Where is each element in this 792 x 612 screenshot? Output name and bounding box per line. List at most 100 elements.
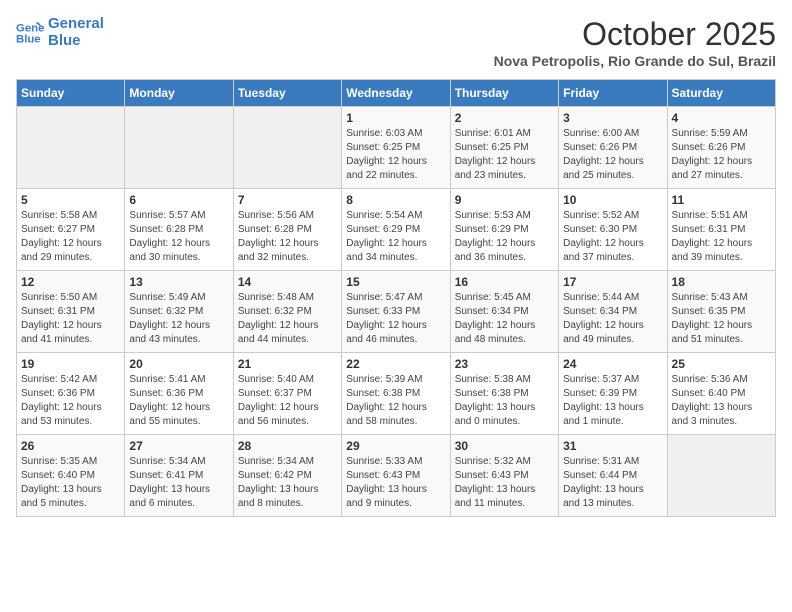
day-info: Sunrise: 5:36 AM Sunset: 6:40 PM Dayligh…	[672, 373, 771, 429]
month-title: October 2025	[494, 16, 776, 53]
logo-text-line1: General	[48, 16, 104, 33]
day-number: 19	[21, 357, 120, 371]
calendar-cell: 27Sunrise: 5:34 AM Sunset: 6:41 PM Dayli…	[125, 435, 233, 517]
calendar-cell: 24Sunrise: 5:37 AM Sunset: 6:39 PM Dayli…	[559, 353, 667, 435]
calendar-cell: 12 Sunrise: 5:50 AM Sunset: 6:31 PM Dayli…	[17, 271, 125, 353]
day-info: Sunrise: 5:34 AM Sunset: 6:41 PM Dayligh…	[129, 455, 228, 511]
day-info: Sunrise: 5:51 AM Sunset: 6:31 PM Dayligh…	[672, 209, 771, 265]
day-info: Sunrise: 5:34 AM Sunset: 6:42 PM Dayligh…	[238, 455, 337, 511]
calendar-week-1: 1 Sunrise: 6:03 AM Sunset: 6:25 PM Daylig…	[17, 107, 776, 189]
day-number: 10	[563, 193, 662, 207]
day-number: 9	[455, 193, 554, 207]
day-info: Sunrise: 5:49 AM Sunset: 6:32 PM Dayligh…	[129, 291, 228, 347]
day-info: Sunrise: 5:41 AM Sunset: 6:36 PM Dayligh…	[129, 373, 228, 429]
calendar-week-3: 12 Sunrise: 5:50 AM Sunset: 6:31 PM Dayli…	[17, 271, 776, 353]
day-number: 29	[346, 439, 445, 453]
day-header-sunday: Sunday	[17, 80, 125, 107]
calendar-cell: 31 Sunrise: 5:31 AM Sunset: 6:44 PM Dayli…	[559, 435, 667, 517]
day-info: Sunrise: 5:37 AM Sunset: 6:39 PM Dayligh…	[563, 373, 662, 429]
day-info: Sunrise: 5:33 AM Sunset: 6:43 PM Dayligh…	[346, 455, 445, 511]
day-info: Sunrise: 6:01 AM Sunset: 6:25 PM Dayligh…	[455, 127, 554, 183]
day-number: 25	[672, 357, 771, 371]
day-number: 12	[21, 275, 120, 289]
day-info: Sunrise: 5:35 AM Sunset: 6:40 PM Dayligh…	[21, 455, 120, 511]
day-number: 22	[346, 357, 445, 371]
calendar-week-2: 5 Sunrise: 5:58 AM Sunset: 6:27 PM Daylig…	[17, 189, 776, 271]
day-number: 1	[346, 111, 445, 125]
day-number: 16	[455, 275, 554, 289]
calendar-cell: 2 Sunrise: 6:01 AM Sunset: 6:25 PM Daylig…	[450, 107, 558, 189]
day-info: Sunrise: 5:56 AM Sunset: 6:28 PM Dayligh…	[238, 209, 337, 265]
day-number: 7	[238, 193, 337, 207]
day-number: 6	[129, 193, 228, 207]
calendar-cell: 14 Sunrise: 5:48 AM Sunset: 6:32 PM Dayli…	[233, 271, 341, 353]
calendar-table: SundayMondayTuesdayWednesdayThursdayFrid…	[16, 79, 776, 517]
day-number: 20	[129, 357, 228, 371]
calendar-cell: 25 Sunrise: 5:36 AM Sunset: 6:40 PM Dayli…	[667, 353, 775, 435]
day-info: Sunrise: 6:00 AM Sunset: 6:26 PM Dayligh…	[563, 127, 662, 183]
day-number: 11	[672, 193, 771, 207]
day-info: Sunrise: 5:42 AM Sunset: 6:36 PM Dayligh…	[21, 373, 120, 429]
day-number: 28	[238, 439, 337, 453]
day-header-friday: Friday	[559, 80, 667, 107]
calendar-cell: 18 Sunrise: 5:43 AM Sunset: 6:35 PM Dayli…	[667, 271, 775, 353]
day-info: Sunrise: 5:57 AM Sunset: 6:28 PM Dayligh…	[129, 209, 228, 265]
calendar-cell	[17, 107, 125, 189]
day-number: 30	[455, 439, 554, 453]
calendar-cell	[125, 107, 233, 189]
day-number: 8	[346, 193, 445, 207]
calendar-cell: 3 Sunrise: 6:00 AM Sunset: 6:26 PM Daylig…	[559, 107, 667, 189]
calendar-cell: 19 Sunrise: 5:42 AM Sunset: 6:36 PM Dayli…	[17, 353, 125, 435]
day-info: Sunrise: 6:03 AM Sunset: 6:25 PM Dayligh…	[346, 127, 445, 183]
title-block: October 2025 Nova Petropolis, Rio Grande…	[494, 16, 776, 69]
day-info: Sunrise: 5:43 AM Sunset: 6:35 PM Dayligh…	[672, 291, 771, 347]
day-info: Sunrise: 5:38 AM Sunset: 6:38 PM Dayligh…	[455, 373, 554, 429]
calendar-cell	[667, 435, 775, 517]
subtitle: Nova Petropolis, Rio Grande do Sul, Braz…	[494, 53, 776, 69]
calendar-cell: 11 Sunrise: 5:51 AM Sunset: 6:31 PM Dayli…	[667, 189, 775, 271]
day-info: Sunrise: 5:31 AM Sunset: 6:44 PM Dayligh…	[563, 455, 662, 511]
day-info: Sunrise: 5:45 AM Sunset: 6:34 PM Dayligh…	[455, 291, 554, 347]
day-number: 17	[563, 275, 662, 289]
calendar-cell: 20 Sunrise: 5:41 AM Sunset: 6:36 PM Dayli…	[125, 353, 233, 435]
day-info: Sunrise: 5:44 AM Sunset: 6:34 PM Dayligh…	[563, 291, 662, 347]
calendar-cell: 9Sunrise: 5:53 AM Sunset: 6:29 PM Daylig…	[450, 189, 558, 271]
calendar-cell: 17 Sunrise: 5:44 AM Sunset: 6:34 PM Dayli…	[559, 271, 667, 353]
day-number: 13	[129, 275, 228, 289]
day-info: Sunrise: 5:58 AM Sunset: 6:27 PM Dayligh…	[21, 209, 120, 265]
day-info: Sunrise: 5:48 AM Sunset: 6:32 PM Dayligh…	[238, 291, 337, 347]
day-number: 2	[455, 111, 554, 125]
day-info: Sunrise: 5:39 AM Sunset: 6:38 PM Dayligh…	[346, 373, 445, 429]
calendar-cell: 5 Sunrise: 5:58 AM Sunset: 6:27 PM Daylig…	[17, 189, 125, 271]
day-info: Sunrise: 5:47 AM Sunset: 6:33 PM Dayligh…	[346, 291, 445, 347]
calendar-cell: 28 Sunrise: 5:34 AM Sunset: 6:42 PM Dayli…	[233, 435, 341, 517]
day-info: Sunrise: 5:40 AM Sunset: 6:37 PM Dayligh…	[238, 373, 337, 429]
day-number: 3	[563, 111, 662, 125]
day-info: Sunrise: 5:32 AM Sunset: 6:43 PM Dayligh…	[455, 455, 554, 511]
calendar-cell: 30 Sunrise: 5:32 AM Sunset: 6:43 PM Dayli…	[450, 435, 558, 517]
calendar-week-5: 26 Sunrise: 5:35 AM Sunset: 6:40 PM Dayli…	[17, 435, 776, 517]
day-header-monday: Monday	[125, 80, 233, 107]
day-number: 18	[672, 275, 771, 289]
page-header: General Blue General Blue October 2025 N…	[16, 16, 776, 69]
day-number: 23	[455, 357, 554, 371]
calendar-cell: 21Sunrise: 5:40 AM Sunset: 6:37 PM Dayli…	[233, 353, 341, 435]
day-number: 31	[563, 439, 662, 453]
day-number: 26	[21, 439, 120, 453]
day-info: Sunrise: 5:54 AM Sunset: 6:29 PM Dayligh…	[346, 209, 445, 265]
day-number: 5	[21, 193, 120, 207]
calendar-cell: 26 Sunrise: 5:35 AM Sunset: 6:40 PM Dayli…	[17, 435, 125, 517]
day-number: 14	[238, 275, 337, 289]
calendar-cell: 1 Sunrise: 6:03 AM Sunset: 6:25 PM Daylig…	[342, 107, 450, 189]
calendar-cell: 15Sunrise: 5:47 AM Sunset: 6:33 PM Dayli…	[342, 271, 450, 353]
day-header-wednesday: Wednesday	[342, 80, 450, 107]
calendar-week-4: 19 Sunrise: 5:42 AM Sunset: 6:36 PM Dayli…	[17, 353, 776, 435]
calendar-cell: 4Sunrise: 5:59 AM Sunset: 6:26 PM Daylig…	[667, 107, 775, 189]
calendar-cell: 8 Sunrise: 5:54 AM Sunset: 6:29 PM Daylig…	[342, 189, 450, 271]
day-header-saturday: Saturday	[667, 80, 775, 107]
logo-icon: General Blue	[16, 19, 44, 47]
day-info: Sunrise: 5:50 AM Sunset: 6:31 PM Dayligh…	[21, 291, 120, 347]
svg-text:General: General	[16, 22, 44, 34]
day-header-thursday: Thursday	[450, 80, 558, 107]
calendar-cell: 6 Sunrise: 5:57 AM Sunset: 6:28 PM Daylig…	[125, 189, 233, 271]
